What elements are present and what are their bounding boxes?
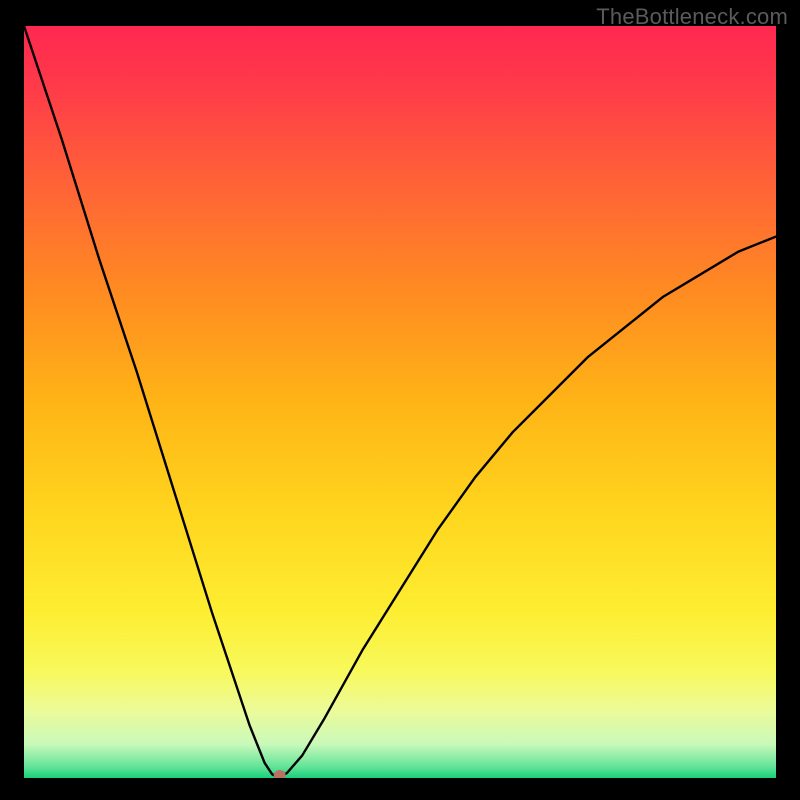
gradient-background	[24, 26, 776, 778]
chart-svg	[24, 26, 776, 778]
chart-container: TheBottleneck.com	[0, 0, 800, 800]
plot-frame	[24, 26, 776, 778]
watermark-text: TheBottleneck.com	[596, 4, 788, 30]
plot-area	[24, 26, 776, 778]
